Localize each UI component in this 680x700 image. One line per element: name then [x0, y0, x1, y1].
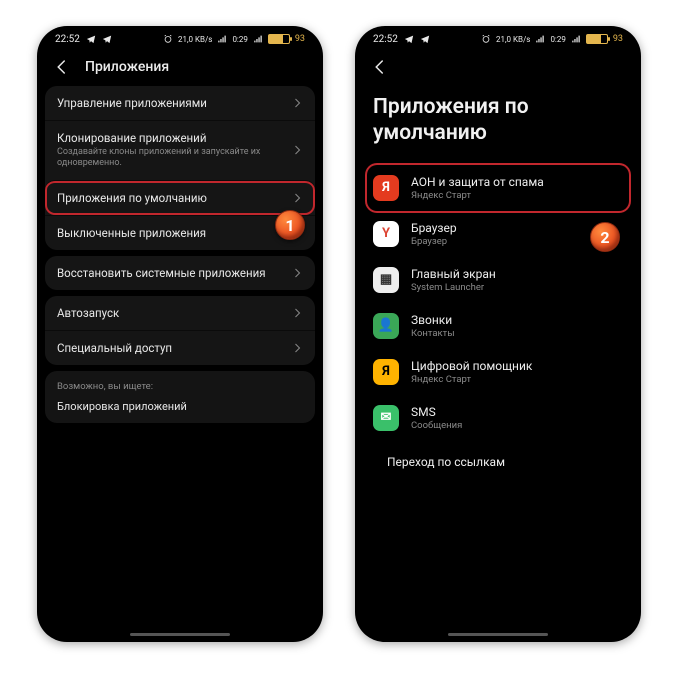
app-icon: ▦ [373, 267, 399, 293]
telegram-icon [420, 34, 430, 44]
row-sub: Браузер [411, 236, 457, 247]
page-title: Приложения [85, 59, 169, 75]
back-icon[interactable] [371, 58, 389, 76]
row-label: Восстановить системные приложения [57, 266, 279, 280]
row-disabled-apps[interactable]: Выключенные приложения [45, 215, 315, 250]
step-badge-2: 2 [590, 222, 620, 252]
alarm-icon [163, 34, 173, 44]
chevron-right-icon [291, 342, 303, 354]
header [355, 52, 641, 86]
status-net: 21,0 KB/s [496, 35, 530, 44]
row-title: Браузер [411, 221, 457, 235]
status-bar: 22:52 21,0 KB/s 0:29 93 [355, 26, 641, 52]
row-title: SMS [411, 405, 462, 419]
battery-text: 93 [613, 34, 623, 44]
settings-list: Управление приложениями Клонирование при… [37, 86, 323, 433]
row-clone-apps[interactable]: Клонирование приложений Создавайте клоны… [45, 120, 315, 180]
row-restore-system[interactable]: Восстановить системные приложения [45, 256, 315, 290]
row-label: Приложения по умолчанию [57, 191, 279, 205]
status-small-clock: 0:29 [232, 35, 247, 44]
row-sub: Яндекс Старт [411, 190, 544, 201]
status-net: 21,0 KB/s [178, 35, 212, 44]
phone-left: 22:52 21,0 KB/s 0:29 93 Приложения Управ… [37, 26, 323, 642]
app-icon: ✉ [373, 405, 399, 431]
chevron-right-icon [291, 144, 303, 156]
row-default-apps[interactable]: Приложения по умолчанию [45, 180, 315, 215]
row-autostart[interactable]: Автозапуск [45, 296, 315, 330]
row-label: Специальный доступ [57, 341, 279, 355]
row-caller-id[interactable]: Я АОН и защита от спама Яндекс Старт [367, 165, 629, 211]
chevron-right-icon [291, 192, 303, 204]
status-time: 22:52 [373, 34, 398, 45]
chevron-right-icon [291, 267, 303, 279]
row-sub: Контакты [411, 328, 455, 339]
row-manage-apps[interactable]: Управление приложениями [45, 86, 315, 120]
phone-right: 22:52 21,0 KB/s 0:29 93 Приложения по ум… [355, 26, 641, 642]
header: Приложения [37, 52, 323, 86]
battery-icon [586, 34, 608, 44]
home-bar[interactable] [448, 633, 548, 636]
chevron-right-icon [291, 307, 303, 319]
row-sub: Яндекс Старт [411, 374, 532, 385]
default-apps-list: Я АОН и защита от спама Яндекс Старт Y Б… [355, 165, 641, 483]
telegram-icon [102, 34, 112, 44]
row-label: Управление приложениями [57, 96, 279, 110]
chevron-right-icon [291, 97, 303, 109]
alarm-icon [481, 34, 491, 44]
status-bar: 22:52 21,0 KB/s 0:29 93 [37, 26, 323, 52]
hint-link[interactable]: Блокировка приложений [57, 400, 303, 413]
row-title: Цифровой помощник [411, 359, 532, 373]
signal-icon [535, 34, 545, 44]
back-icon[interactable] [53, 58, 71, 76]
row-title: Звонки [411, 313, 455, 327]
telegram-icon [86, 34, 96, 44]
app-icon: Y [373, 221, 399, 247]
telegram-icon [404, 34, 414, 44]
row-home[interactable]: ▦ Главный экран System Launcher [367, 257, 629, 303]
status-time: 22:52 [55, 34, 80, 45]
row-sub: System Launcher [411, 282, 496, 293]
page-title: Приложения по умолчанию [355, 86, 641, 165]
home-bar[interactable] [130, 633, 230, 636]
status-small-clock: 0:29 [550, 35, 565, 44]
row-title: АОН и защита от спама [411, 175, 544, 189]
signal-icon [571, 34, 581, 44]
hint-title: Возможно, вы ищете: [57, 381, 303, 392]
app-icon: Я [373, 175, 399, 201]
row-sms[interactable]: ✉ SMS Сообщения [367, 395, 629, 441]
settings-group: Автозапуск Специальный доступ [45, 296, 315, 365]
row-special-access[interactable]: Специальный доступ [45, 330, 315, 365]
step-badge-1: 1 [275, 210, 305, 240]
settings-group: Восстановить системные приложения [45, 256, 315, 290]
battery-text: 93 [295, 34, 305, 44]
hint-group: Возможно, вы ищете: Блокировка приложени… [45, 371, 315, 423]
row-assistant[interactable]: Я Цифровой помощник Яндекс Старт [367, 349, 629, 395]
row-sub: Сообщения [411, 420, 462, 431]
signal-icon [217, 34, 227, 44]
signal-icon [253, 34, 263, 44]
row-open-links[interactable]: Переход по ссылкам [367, 441, 629, 483]
app-icon: Я [373, 359, 399, 385]
row-label: Клонирование приложений [57, 131, 279, 145]
battery-icon [268, 34, 290, 44]
row-sub: Создавайте клоны приложений и запускайте… [57, 147, 279, 170]
app-icon: 👤 [373, 313, 399, 339]
row-label: Автозапуск [57, 306, 279, 320]
row-calls[interactable]: 👤 Звонки Контакты [367, 303, 629, 349]
row-title: Главный экран [411, 267, 496, 281]
row-label: Выключенные приложения [57, 226, 279, 240]
